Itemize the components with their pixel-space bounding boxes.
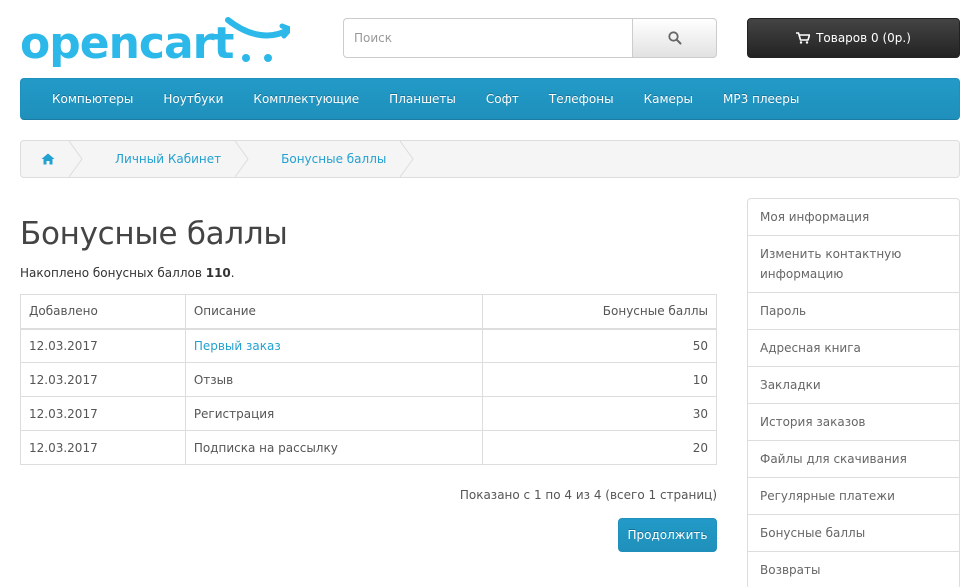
table-row: 12.03.2017 Первый заказ 50 xyxy=(20,328,717,363)
sidebar-item-order-history[interactable]: История заказов xyxy=(748,404,959,441)
pagination-summary: Показано с 1 по 4 из 4 (всего 1 страниц) xyxy=(459,488,717,502)
sidebar-item-reward-points[interactable]: Бонусные баллы xyxy=(748,515,959,552)
sidebar-item-password[interactable]: Пароль xyxy=(748,293,959,330)
sidebar-item-my-info[interactable]: Моя информация xyxy=(748,199,959,236)
search-button[interactable] xyxy=(632,18,717,58)
cart-button[interactable]: Товаров 0 (0р.) xyxy=(747,18,960,58)
order-link[interactable]: Первый заказ xyxy=(194,339,281,353)
cell-points: 30 xyxy=(482,396,717,431)
summary-suffix: . xyxy=(230,266,235,280)
cell-date: 12.03.2017 xyxy=(20,362,186,397)
breadcrumb-separator xyxy=(235,141,249,177)
points-summary: Накоплено бонусных баллов 110. xyxy=(20,266,235,280)
sidebar-item-downloads[interactable]: Файлы для скачивания xyxy=(748,441,959,478)
cell-description: Подписка на рассылку xyxy=(184,430,484,465)
top-menu: Компьютеры Ноутбуки Комплектующие Планше… xyxy=(20,78,960,120)
sidebar-item-recurring[interactable]: Регулярные платежи xyxy=(748,478,959,515)
cell-description: Регистрация xyxy=(184,396,484,431)
table-row: 12.03.2017 Регистрация 30 xyxy=(20,396,717,431)
continue-button[interactable]: Продолжить xyxy=(618,518,717,552)
breadcrumb-link-account[interactable]: Личный Кабинет xyxy=(115,152,221,166)
breadcrumb-item-account[interactable]: Личный Кабинет xyxy=(83,141,249,177)
menu-item-phones[interactable]: Телефоны xyxy=(534,92,629,106)
cart-icon xyxy=(796,32,811,44)
cell-points: 10 xyxy=(482,362,717,397)
account-sidebar: Моя информация Изменить контактную инфор… xyxy=(747,198,960,587)
table-row: 12.03.2017 Отзыв 10 xyxy=(20,362,717,397)
cell-description: Отзыв xyxy=(184,362,484,397)
cell-date: 12.03.2017 xyxy=(20,396,186,431)
sidebar-item-address-book[interactable]: Адресная книга xyxy=(748,330,959,367)
cell-points: 20 xyxy=(482,430,717,465)
reward-points-table: Добавлено Описание Бонусные баллы 12.03.… xyxy=(20,294,717,465)
menu-item-cameras[interactable]: Камеры xyxy=(629,92,708,106)
breadcrumb-separator xyxy=(69,141,83,177)
menu-item-computers[interactable]: Компьютеры xyxy=(37,92,148,106)
opencart-logo[interactable]: opencart xyxy=(20,14,290,70)
search-bar xyxy=(343,18,717,58)
cell-date: 12.03.2017 xyxy=(20,430,186,465)
summary-value: 110 xyxy=(205,266,231,280)
breadcrumb-home[interactable] xyxy=(21,141,83,177)
home-icon xyxy=(41,153,55,165)
cell-date: 12.03.2017 xyxy=(20,328,186,363)
column-header-description: Описание xyxy=(184,294,484,330)
menu-item-software[interactable]: Софт xyxy=(471,92,534,106)
sidebar-item-wishlist[interactable]: Закладки xyxy=(748,367,959,404)
breadcrumb: Личный Кабинет Бонусные баллы xyxy=(20,140,960,178)
column-header-date: Добавлено xyxy=(20,294,186,330)
column-header-points: Бонусные баллы xyxy=(482,294,717,330)
breadcrumb-link-reward[interactable]: Бонусные баллы xyxy=(281,152,386,166)
search-icon xyxy=(667,31,681,45)
sidebar-item-edit-contact[interactable]: Изменить контактную информацию xyxy=(748,236,959,293)
logo-text: opencart xyxy=(20,18,234,69)
summary-prefix: Накоплено бонусных баллов xyxy=(20,266,206,280)
cell-description: Первый заказ xyxy=(184,328,484,363)
menu-item-laptops[interactable]: Ноутбуки xyxy=(148,92,238,106)
cell-points: 50 xyxy=(482,328,717,363)
sidebar-item-returns[interactable]: Возвраты xyxy=(748,552,959,587)
table-header-row: Добавлено Описание Бонусные баллы xyxy=(20,294,717,330)
menu-item-mp3[interactable]: MP3 плееры xyxy=(708,92,814,106)
search-input[interactable] xyxy=(343,18,632,58)
breadcrumb-separator xyxy=(400,141,414,177)
menu-item-tablets[interactable]: Планшеты xyxy=(374,92,471,106)
breadcrumb-item-reward[interactable]: Бонусные баллы xyxy=(249,141,414,177)
logo-cart-handle xyxy=(225,17,290,39)
cart-label: Товаров 0 (0р.) xyxy=(816,31,911,45)
menu-item-components[interactable]: Комплектующие xyxy=(238,92,374,106)
page-title: Бонусные баллы xyxy=(20,216,288,252)
table-row: 12.03.2017 Подписка на рассылку 20 xyxy=(20,430,717,465)
